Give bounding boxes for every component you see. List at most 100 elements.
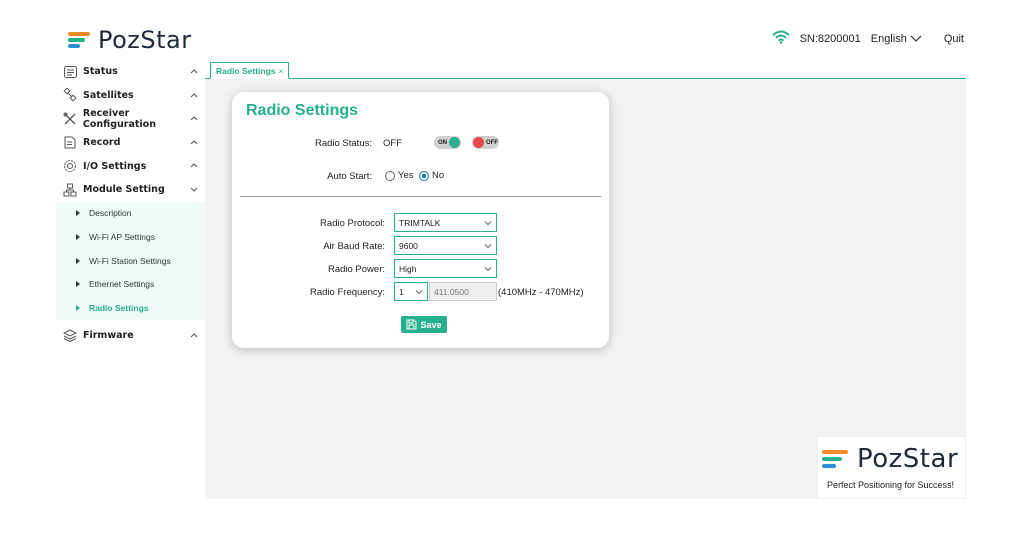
header: PozStar SN:8200001 English Quit bbox=[0, 0, 1024, 60]
triangle-right-icon bbox=[76, 257, 80, 264]
chevron-up-icon bbox=[190, 332, 198, 337]
select-value: 1 bbox=[399, 286, 404, 297]
module-setting-submenu: Description Wi-Fi AP Settings Wi-Fi Stat… bbox=[56, 201, 205, 320]
sidebar-subitem-label: Radio Settings bbox=[89, 302, 149, 313]
frequency-channel-select[interactable]: 1 bbox=[394, 282, 428, 301]
sidebar-subitem-wifi-station[interactable]: Wi-Fi Station Settings bbox=[56, 249, 205, 273]
air-baud-rate-select[interactable]: 9600 bbox=[394, 236, 497, 255]
brand-box-name: PozStar bbox=[857, 444, 959, 474]
sidebar-subitem-label: Wi-Fi AP Settings bbox=[89, 231, 155, 242]
sidebar: Status Satellites Receiver Configuration… bbox=[56, 60, 205, 499]
select-value: 9600 bbox=[399, 240, 418, 251]
brand-box-logo: PozStar bbox=[822, 444, 958, 474]
chevron-up-icon bbox=[190, 163, 198, 168]
chevron-down-icon bbox=[484, 267, 492, 272]
layers-icon bbox=[62, 327, 78, 343]
radio-status-label: Radio Status: bbox=[314, 138, 372, 149]
record-icon bbox=[62, 135, 78, 151]
radio-power-label: Radio Power: bbox=[327, 264, 385, 275]
card-title: Radio Settings bbox=[246, 102, 359, 119]
sidebar-item-label: Module Setting bbox=[83, 184, 165, 196]
logo-bars-icon bbox=[822, 450, 850, 468]
sidebar-item-receiver-configuration[interactable]: Receiver Configuration bbox=[56, 107, 205, 131]
sidebar-item-firmware[interactable]: Firmware bbox=[56, 324, 205, 348]
main-content: Radio Settings × Radio Settings Radio St… bbox=[205, 60, 966, 499]
module-icon bbox=[62, 182, 78, 198]
chevron-down-icon bbox=[484, 244, 492, 249]
triangle-right-icon bbox=[76, 210, 80, 217]
frequency-range: (410MHz - 470MHz) bbox=[498, 287, 584, 298]
header-right: SN:8200001 English Quit bbox=[771, 30, 964, 47]
save-icon bbox=[406, 319, 417, 330]
tab-radio-settings[interactable]: Radio Settings × bbox=[210, 62, 290, 79]
brand-logo: PozStar bbox=[68, 26, 192, 54]
sidebar-item-module-setting[interactable]: Module Setting bbox=[56, 178, 205, 202]
save-label: Save bbox=[420, 319, 442, 330]
sidebar-item-label: Receiver Configuration bbox=[82, 107, 156, 130]
sidebar-item-label: Firmware bbox=[83, 329, 134, 341]
language-select[interactable]: English bbox=[871, 33, 922, 45]
radio-status-value: OFF bbox=[383, 138, 402, 149]
io-gear-icon bbox=[62, 158, 78, 174]
sidebar-item-label: Record bbox=[83, 137, 121, 149]
radio-power-select[interactable]: High bbox=[394, 259, 497, 278]
radio-frequency-label: Radio Frequency: bbox=[310, 287, 385, 298]
chevron-down-icon bbox=[484, 221, 492, 226]
divider bbox=[240, 196, 601, 197]
select-value: TRIMTALK bbox=[399, 217, 441, 228]
triangle-right-icon bbox=[76, 304, 80, 311]
sidebar-item-label: Status bbox=[83, 66, 118, 78]
toggle-off-label: OFF bbox=[486, 139, 498, 146]
chevron-up-icon bbox=[190, 92, 198, 97]
select-value: High bbox=[399, 263, 417, 274]
toggle-on-button[interactable]: ON bbox=[434, 136, 461, 149]
triangle-right-icon bbox=[76, 281, 80, 288]
radio-button[interactable] bbox=[385, 170, 395, 181]
chevron-up-icon bbox=[190, 69, 198, 74]
sidebar-subitem-label: Description bbox=[89, 208, 132, 219]
sidebar-subitem-description[interactable]: Description bbox=[56, 202, 205, 226]
toggle-off-button[interactable]: OFF bbox=[472, 136, 499, 149]
language-label: English bbox=[870, 32, 907, 45]
toggle-on-label: ON bbox=[438, 139, 447, 146]
sidebar-item-io-settings[interactable]: I/O Settings bbox=[56, 154, 205, 178]
sidebar-item-label: I/O Settings bbox=[83, 160, 147, 172]
triangle-right-icon bbox=[76, 233, 80, 240]
radio-label: Yes bbox=[398, 170, 414, 181]
radio-button[interactable] bbox=[419, 170, 429, 181]
sidebar-subitem-ethernet[interactable]: Ethernet Settings bbox=[56, 272, 205, 296]
chevron-up-icon bbox=[190, 140, 198, 145]
brand-tagline: Perfect Positioning for Success! bbox=[827, 480, 955, 490]
sidebar-item-label: Satellites bbox=[83, 89, 134, 101]
status-icon bbox=[62, 64, 78, 80]
brand-box: PozStar Perfect Positioning for Success! bbox=[817, 436, 966, 499]
radio-protocol-select[interactable]: TRIMTALK bbox=[394, 213, 497, 232]
tab-label: Radio Settings bbox=[216, 65, 276, 76]
close-icon[interactable]: × bbox=[279, 66, 284, 76]
chevron-down-icon bbox=[910, 35, 922, 42]
radio-protocol-label: Radio Protocol: bbox=[320, 218, 385, 229]
frequency-input[interactable]: 411.0500 bbox=[429, 282, 497, 301]
auto-start-label: Auto Start: bbox=[327, 171, 372, 182]
quit-button[interactable]: Quit bbox=[944, 33, 964, 45]
brand-name: PozStar bbox=[98, 26, 192, 54]
sidebar-subitem-wifi-ap[interactable]: Wi-Fi AP Settings bbox=[56, 225, 205, 249]
toggle-knob bbox=[473, 137, 484, 148]
tab-bar: Radio Settings × bbox=[205, 60, 966, 79]
radio-label: No bbox=[432, 170, 445, 181]
chevron-down-icon bbox=[415, 290, 423, 295]
serial-number: SN:8200001 bbox=[799, 32, 861, 45]
sidebar-item-satellites[interactable]: Satellites bbox=[56, 84, 205, 108]
chevron-down-icon bbox=[190, 187, 198, 192]
auto-start-no[interactable]: No bbox=[419, 170, 444, 181]
sidebar-item-status[interactable]: Status bbox=[56, 60, 205, 84]
sidebar-subitem-label: Ethernet Settings bbox=[89, 279, 155, 290]
logo-bars-icon bbox=[68, 32, 92, 48]
wifi-icon[interactable] bbox=[771, 30, 790, 47]
air-baud-rate-label: Air Baud Rate: bbox=[323, 241, 385, 252]
sidebar-subitem-radio-settings[interactable]: Radio Settings bbox=[56, 296, 205, 320]
sidebar-item-record[interactable]: Record bbox=[56, 131, 205, 155]
satellite-icon bbox=[62, 87, 78, 103]
auto-start-yes[interactable]: Yes bbox=[385, 170, 414, 181]
save-button[interactable]: Save bbox=[401, 316, 447, 333]
